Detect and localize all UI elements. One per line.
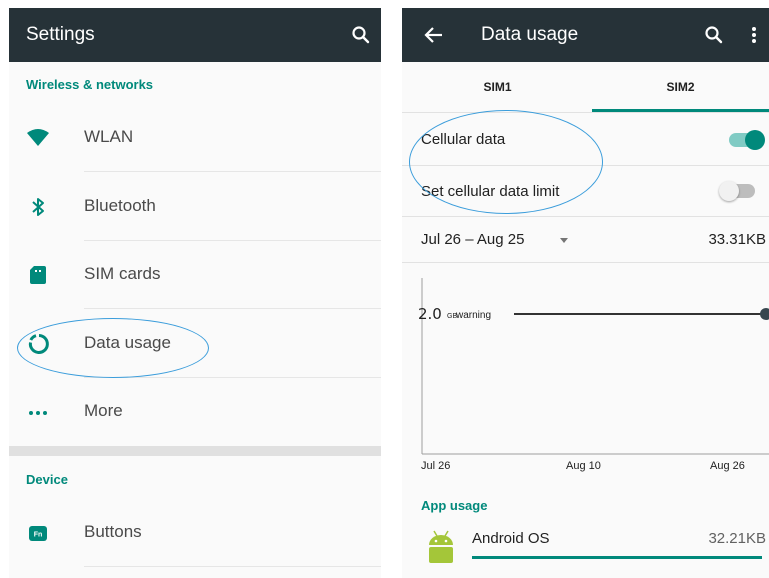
section-device: Device (26, 472, 68, 487)
x-axis-label-end: Aug 26 (710, 460, 745, 472)
wifi-icon (27, 129, 49, 146)
data-limit-toggle[interactable] (719, 181, 755, 201)
android-os-icon (429, 530, 453, 563)
cellular-data-row[interactable]: Cellular data (402, 112, 769, 165)
divider (84, 171, 381, 172)
settings-item-wlan[interactable]: WLAN (9, 104, 381, 172)
svg-text:Fn: Fn (34, 532, 43, 539)
cellular-data-label: Cellular data (421, 131, 506, 148)
warning-line-handle[interactable] (760, 308, 769, 320)
toggle-knob (719, 181, 739, 201)
fn-buttons-icon: Fn (29, 526, 47, 541)
back-arrow-icon[interactable] (422, 23, 446, 47)
usage-chart: 2.0 GB warning (402, 278, 769, 488)
warning-value: 2.0 (418, 305, 442, 323)
warning-text: warning (455, 310, 491, 321)
divider (84, 566, 381, 567)
usage-cycle-row[interactable]: Jul 26 – Aug 25 33.31KB (402, 216, 769, 262)
divider (402, 262, 769, 263)
app-usage-track (472, 556, 762, 559)
settings-item-label: Buttons (84, 522, 142, 541)
app-usage-bar (472, 556, 762, 559)
settings-toolbar: Settings (9, 8, 381, 62)
tab-sim1[interactable]: SIM1 (406, 62, 589, 112)
search-icon[interactable] (349, 23, 373, 47)
section-wireless-networks: Wireless & networks (26, 77, 154, 92)
settings-item-bluetooth[interactable]: Bluetooth (9, 173, 381, 241)
usage-cycle-label: Jul 26 – Aug 25 (421, 231, 525, 248)
usage-cycle-total: 33.31KB (708, 231, 766, 248)
usage-chart-svg: 2.0 GB warning (418, 278, 769, 455)
app-usage-heading: App usage (421, 498, 488, 513)
settings-item-label: SIM cards (84, 264, 161, 283)
tab-sim2[interactable]: SIM2 (592, 62, 769, 112)
settings-item-label: Bluetooth (84, 196, 156, 215)
settings-item-label: More (84, 401, 123, 420)
settings-title: Settings (26, 24, 95, 45)
divider (84, 308, 381, 309)
x-axis-label-start: Jul 26 (421, 460, 451, 472)
dropdown-arrow-icon (560, 238, 568, 243)
settings-item-label: Data usage (84, 333, 171, 352)
settings-item-label: WLAN (84, 127, 134, 146)
data-limit-row[interactable]: Set cellular data limit (402, 165, 769, 216)
more-horiz-icon (29, 411, 47, 415)
section-separator (9, 446, 381, 456)
settings-item-sim-cards[interactable]: SIM cards (9, 241, 381, 309)
cellular-data-toggle[interactable] (729, 130, 765, 150)
app-usage-row[interactable]: Android OS 32.21KB (402, 521, 769, 571)
search-icon[interactable] (702, 23, 726, 47)
overflow-menu-icon[interactable] (747, 23, 761, 47)
sim-card-icon (30, 266, 46, 284)
settings-item-data-usage[interactable]: Data usage (9, 310, 381, 378)
toggle-knob (745, 130, 765, 150)
settings-item-more[interactable]: More (9, 378, 381, 446)
bluetooth-icon (32, 198, 44, 216)
x-axis-label-mid: Aug 10 (566, 460, 601, 472)
data-usage-toolbar: Data usage (402, 8, 769, 62)
warning-label: 2.0 GB warning (418, 305, 491, 323)
data-limit-label: Set cellular data limit (421, 183, 560, 200)
data-usage-title: Data usage (481, 24, 579, 45)
app-name: Android OS (472, 530, 550, 547)
data-usage-screen: Data usage SIM1 SIM2 Cellular data Set c… (402, 8, 769, 578)
data-usage-icon (28, 334, 49, 354)
sim-tabs: SIM1 SIM2 (402, 62, 769, 112)
settings-item-buttons[interactable]: Fn Buttons (9, 499, 381, 567)
settings-screen: Settings Wireless & networks WLAN Blueto… (9, 8, 381, 578)
app-usage-amount: 32.21KB (708, 530, 766, 547)
